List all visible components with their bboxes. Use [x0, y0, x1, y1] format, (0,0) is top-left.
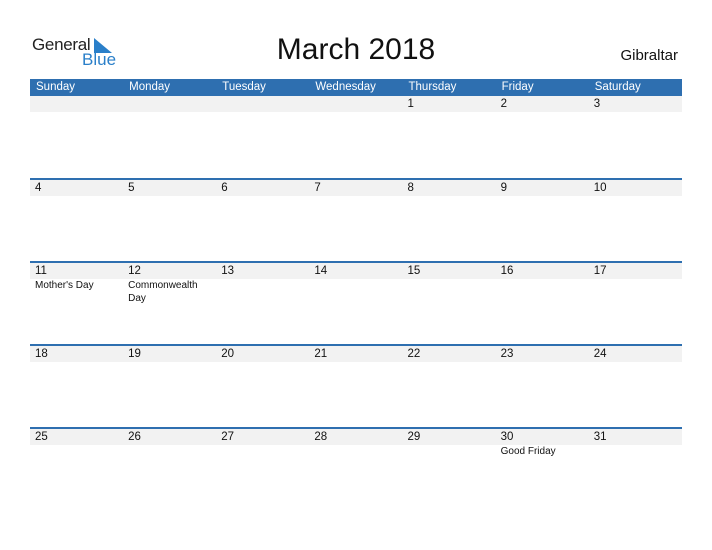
day-cell: 6: [216, 180, 309, 196]
day-number: 26: [128, 431, 141, 443]
country-label: Gibraltar: [620, 47, 678, 64]
weekday-header: Sunday Monday Tuesday Wednesday Thursday…: [30, 79, 682, 96]
day-number: 4: [35, 182, 42, 194]
day-number: 1: [407, 98, 414, 110]
day-number: [35, 96, 123, 112]
week-row: 11 Mother's Day 12 Commonwealth Day 13 14 15 16…: [30, 261, 682, 344]
day-cell: 13: [216, 263, 309, 305]
day-number: 3: [593, 98, 601, 110]
day-cell: 26: [123, 429, 216, 458]
day-cell: 10: [589, 180, 682, 196]
day-cell: 15: [403, 263, 496, 305]
week-cells: 25 26 27 28 29 30 Good Friday 31: [30, 429, 682, 458]
week-cells: 4 5 6 7 8 9 10: [30, 180, 682, 196]
day-number: [221, 96, 309, 112]
day-cell: 3: [589, 96, 682, 112]
calendar-grid: Sunday Monday Tuesday Wednesday Thursday…: [30, 79, 682, 510]
day-number: 24: [593, 348, 607, 360]
day-cell: 25: [30, 429, 123, 458]
day-number: 19: [128, 348, 141, 360]
day-cell: [216, 96, 309, 112]
day-number: 29: [407, 431, 421, 443]
day-cell: 24: [589, 346, 682, 362]
day-number: 7: [314, 182, 321, 194]
day-number: 31: [593, 431, 607, 443]
day-cell: 5: [123, 180, 216, 196]
day-number: 22: [407, 348, 421, 360]
day-number: 25: [35, 431, 48, 443]
day-number: 17: [593, 265, 607, 277]
weekday-saturday: Saturday: [594, 81, 641, 93]
day-cell: 19: [123, 346, 216, 362]
day-cell: 21: [309, 346, 402, 362]
day-cell: 12 Commonwealth Day: [123, 263, 216, 305]
day-cell: 7: [309, 180, 402, 196]
day-cell: 11 Mother's Day: [30, 263, 123, 305]
week-row: 18 19 20 21 22 23 24: [30, 344, 682, 427]
day-cell: 8: [403, 180, 496, 196]
day-number: 5: [128, 182, 135, 194]
day-cell: 2: [496, 96, 589, 112]
day-number: 14: [314, 265, 328, 277]
day-cell: 31: [589, 429, 682, 458]
weekday-monday: Monday: [129, 81, 171, 93]
day-number: 12: [128, 265, 141, 277]
weekday-thursday: Thursday: [408, 81, 457, 93]
day-cell: 23: [496, 346, 589, 362]
holiday-label: Commonwealth Day: [128, 280, 198, 304]
week-row: 25 26 27 28 29 30 Good Friday 31: [30, 427, 682, 510]
day-cell: 20: [216, 346, 309, 362]
day-cell: [30, 96, 123, 112]
week-row: 1 2 3: [30, 96, 682, 178]
day-cell: 1: [403, 96, 496, 112]
day-number: 2: [500, 98, 508, 110]
day-number: 30: [500, 431, 514, 443]
day-number: 6: [221, 182, 228, 194]
page-title: March 2018: [276, 33, 436, 66]
day-cell: 27: [216, 429, 309, 458]
day-cell: 14: [309, 263, 402, 305]
day-cell: 17: [589, 263, 682, 305]
weekday-sunday: Sunday: [36, 81, 76, 93]
week-cells: 11 Mother's Day 12 Commonwealth Day 13 14 15 16…: [30, 263, 682, 305]
weekday-friday: Friday: [501, 81, 534, 93]
day-cell: [123, 96, 216, 112]
weekday-wednesday: Wednesday: [315, 81, 376, 93]
day-cell: 4: [30, 180, 123, 196]
weekday-tuesday: Tuesday: [222, 81, 266, 93]
holiday-label: Mother's Day: [35, 280, 94, 291]
day-cell: 9: [496, 180, 589, 196]
day-cell: 22: [403, 346, 496, 362]
day-number: 8: [407, 182, 414, 194]
week-row: 4 5 6 7 8 9 10: [30, 178, 682, 261]
week-cells: 18 19 20 21 22 23 24: [30, 346, 682, 362]
day-number: 9: [500, 182, 508, 194]
day-number: 21: [314, 348, 328, 360]
day-number: [128, 96, 216, 112]
day-number: 20: [221, 348, 235, 360]
day-number: 11: [35, 265, 47, 277]
day-number: 23: [500, 348, 514, 360]
day-cell: 18: [30, 346, 123, 362]
day-number: [314, 96, 402, 112]
day-number: 16: [500, 265, 514, 277]
day-cell: 28: [309, 429, 402, 458]
day-number: 10: [593, 182, 607, 194]
day-number: 27: [221, 431, 235, 443]
holiday-label: Good Friday: [500, 446, 556, 457]
day-number: 13: [221, 265, 235, 277]
day-cell: 16: [496, 263, 589, 305]
weeks-container: 1 2 3 4 5 6 7 8 9 10 11 Mother's Day 12 Commonwealth …: [30, 96, 682, 510]
day-cell: [309, 96, 402, 112]
day-cell: 30 Good Friday: [496, 429, 589, 458]
day-number: 28: [314, 431, 328, 443]
day-number: 18: [35, 348, 48, 360]
day-number: 15: [407, 265, 421, 277]
week-cells: 1 2 3: [30, 96, 682, 112]
day-cell: 29: [403, 429, 496, 458]
